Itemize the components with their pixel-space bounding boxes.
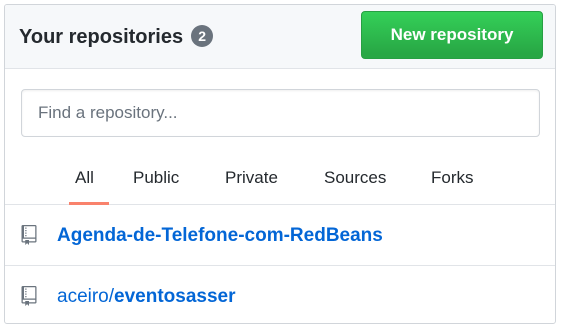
repo-icon (21, 225, 37, 245)
new-repository-button[interactable]: New repository (361, 11, 543, 59)
repository-filter: All Public Private Sources Forks (5, 69, 555, 205)
panel-title: Your repositories 2 (19, 25, 214, 49)
repo-icon (21, 286, 37, 306)
panel-title-text: Your repositories (19, 26, 184, 48)
tab-forks[interactable]: Forks (431, 167, 474, 189)
repository-filter-tabs: All Public Private Sources Forks (5, 149, 555, 205)
repository-name: Agenda-de-Telefone-com-RedBeans (57, 225, 383, 246)
repository-link[interactable]: aceiro/eventosasser (57, 285, 236, 309)
repository-name: eventosasser (114, 286, 236, 307)
panel-header: Your repositories 2 New repository (5, 5, 555, 69)
repository-list: Agenda-de-Telefone-com-RedBeans aceiro/e… (5, 205, 555, 323)
tab-private[interactable]: Private (225, 167, 278, 189)
find-repository-input[interactable] (21, 89, 540, 137)
list-item: aceiro/eventosasser (5, 266, 555, 323)
tab-public[interactable]: Public (133, 167, 179, 189)
repositories-panel: Your repositories 2 New repository All Pu… (4, 4, 556, 324)
repository-link[interactable]: Agenda-de-Telefone-com-RedBeans (57, 224, 383, 248)
tab-sources[interactable]: Sources (324, 167, 386, 189)
tab-all[interactable]: All (75, 167, 94, 189)
repository-count-badge: 2 (191, 25, 214, 47)
list-item: Agenda-de-Telefone-com-RedBeans (5, 205, 555, 266)
repository-owner: aceiro/ (57, 286, 115, 307)
